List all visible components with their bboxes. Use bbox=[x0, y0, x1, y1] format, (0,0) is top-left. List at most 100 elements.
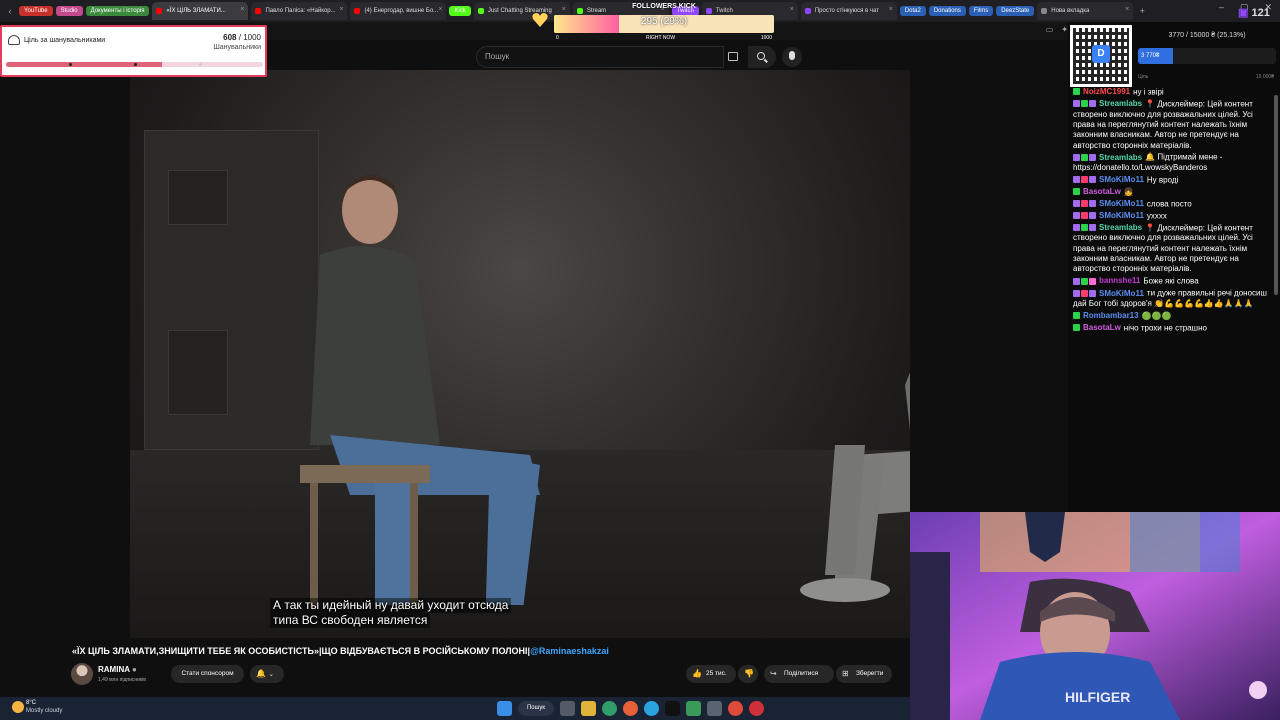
keyboard-icon[interactable] bbox=[728, 52, 738, 61]
svg-text:HILFIGER: HILFIGER bbox=[1065, 689, 1130, 705]
chat-badge-icon bbox=[1073, 153, 1080, 161]
telegram-icon[interactable] bbox=[644, 701, 659, 716]
chat-message: SMoKiMo11 ухххх bbox=[1073, 211, 1276, 222]
bookmark-chip[interactable]: Donations bbox=[928, 6, 966, 16]
share-button[interactable]: ↪ Поділитися bbox=[764, 665, 834, 683]
task-view-icon[interactable] bbox=[560, 701, 575, 716]
heart-icon bbox=[532, 13, 548, 27]
firefox-icon[interactable] bbox=[623, 701, 638, 716]
chat-scrollbar[interactable] bbox=[1274, 95, 1278, 295]
goal-label: Ціль за шанувальниками bbox=[24, 37, 106, 44]
taskbar-search[interactable]: Пошук bbox=[518, 701, 554, 716]
chat-username[interactable]: SMoKiMo11 bbox=[1099, 175, 1144, 184]
video-title: «ЇХ ЦІЛЬ ЗЛАМАТИ,ЗНИЩИТИ ТЕБЕ ЯК ОСОБИСТ… bbox=[72, 646, 609, 656]
browser-tab-label: «ЇХ ЦІЛЬ ЗЛАМАТИ... bbox=[166, 8, 226, 14]
windows-taskbar: 8°C Mostly cloudy Пошук bbox=[0, 697, 910, 720]
browser-tab-label: Нова вкладка bbox=[1051, 8, 1090, 14]
browser-tab-label: Просто стінкуюся в чат bbox=[814, 8, 879, 14]
sponsor-button[interactable]: Стати спонсором bbox=[171, 665, 244, 683]
search-button[interactable] bbox=[748, 46, 776, 68]
chat-badge-icon bbox=[1089, 277, 1096, 285]
channel-avatar[interactable] bbox=[71, 663, 93, 685]
chat-username[interactable]: SMoKiMo11 bbox=[1099, 199, 1144, 208]
bookmark-chip[interactable]: DeezState bbox=[996, 6, 1035, 16]
chrome-icon[interactable] bbox=[728, 701, 743, 716]
chat-badges bbox=[1073, 288, 1097, 298]
minimize-icon[interactable]: – bbox=[1219, 2, 1224, 13]
chat-username[interactable]: Streamlabs bbox=[1099, 153, 1142, 162]
chat-badges bbox=[1073, 99, 1097, 109]
chat-username[interactable]: BasotaLw bbox=[1083, 323, 1121, 332]
verified-icon: ● bbox=[131, 665, 137, 674]
taskbar-apps: Пошук bbox=[497, 701, 764, 716]
dislike-button[interactable]: 👎 bbox=[738, 665, 758, 683]
bookmark-chip[interactable]: Films bbox=[968, 6, 994, 16]
viewer-icon: ▣ bbox=[1238, 7, 1249, 19]
weather-icon[interactable] bbox=[12, 701, 24, 713]
chat-text: 👧 bbox=[1123, 187, 1134, 196]
chat-username[interactable]: bannshe11 bbox=[1099, 276, 1140, 285]
voice-search-button[interactable] bbox=[782, 47, 802, 67]
chat-feed: NoizMC1991 ну і звірі Streamlabs 📍 Дисклейм… bbox=[1073, 87, 1276, 367]
share-icon: ↪ bbox=[770, 669, 777, 678]
chat-username[interactable]: SMoKiMo11 bbox=[1099, 289, 1144, 298]
new-tab-icon[interactable]: + bbox=[1136, 6, 1148, 16]
video-title-tag[interactable]: @Raminaeshakzai bbox=[530, 646, 609, 656]
bookmark-chip[interactable]: YouTube bbox=[19, 6, 53, 16]
file-explorer-icon[interactable] bbox=[581, 701, 596, 716]
obs-icon[interactable] bbox=[749, 701, 764, 716]
chat-username[interactable]: SMoKiMo11 bbox=[1099, 211, 1144, 220]
donation-progress-fill: 3 770₴ bbox=[1138, 48, 1173, 64]
tab-close-icon[interactable]: × bbox=[339, 6, 343, 13]
browser-tab[interactable]: Нова вкладка × bbox=[1037, 2, 1134, 20]
tab-close-icon[interactable]: × bbox=[1125, 6, 1129, 13]
browser-edge-icon[interactable] bbox=[602, 701, 617, 716]
video-person-left bbox=[300, 174, 540, 605]
browser-tab[interactable]: Павло Паліса: «Найкор... × bbox=[251, 2, 348, 20]
chat-badge-icon bbox=[1081, 176, 1088, 184]
chat-username[interactable]: Streamlabs bbox=[1099, 223, 1142, 232]
browser-tab[interactable]: Просто стінкуюся в чат × bbox=[800, 2, 897, 20]
search-input[interactable]: Пошук bbox=[476, 46, 724, 68]
bookmark-chip[interactable]: Studio bbox=[55, 6, 83, 16]
chat-badge-icon bbox=[1081, 277, 1088, 285]
bookmark-chip[interactable]: Dota2 bbox=[899, 6, 926, 16]
tab-close-icon[interactable]: × bbox=[889, 6, 893, 13]
chat-username[interactable]: BasotaLw bbox=[1083, 187, 1121, 196]
channel-subscribers: 1,49 млн підписників bbox=[98, 677, 146, 683]
tab-close-icon[interactable]: × bbox=[240, 6, 244, 13]
extensions-icon[interactable]: ✦ bbox=[1061, 25, 1068, 34]
browser-tab[interactable]: (4) Енергодар, вишне Бо... × bbox=[350, 2, 447, 20]
chat-username[interactable]: NoizMC1991 bbox=[1083, 87, 1130, 96]
video-player[interactable] bbox=[130, 70, 910, 638]
channel-name[interactable]: RAMINA ● bbox=[98, 665, 137, 674]
chat-text: 🟢🟢🟢 bbox=[1141, 310, 1172, 320]
tab-close-icon[interactable]: × bbox=[790, 6, 794, 13]
save-button[interactable]: ⊞ Зберегти bbox=[836, 665, 892, 683]
tiktok-icon[interactable] bbox=[665, 701, 680, 716]
start-menu-icon[interactable] bbox=[497, 701, 512, 716]
kick-chip[interactable]: Kick bbox=[449, 6, 471, 16]
browser-tab[interactable]: «ЇХ ЦІЛЬ ЗЛАМАТИ... × bbox=[152, 2, 249, 20]
like-button[interactable]: 👍 25 тис. bbox=[686, 665, 736, 683]
tab-close-icon[interactable]: × bbox=[438, 6, 442, 13]
goal-sublabel: Шанувальники bbox=[213, 44, 261, 51]
chat-username[interactable]: Rombambar13 bbox=[1083, 311, 1139, 320]
cast-icon[interactable]: ▭ bbox=[1046, 25, 1054, 34]
tab-back-icon[interactable]: ‹ bbox=[4, 6, 16, 16]
webcam-feed: HILFIGER bbox=[910, 512, 1280, 720]
donation-min: Ціль bbox=[1138, 74, 1149, 80]
bookmark-chip[interactable]: Документы і історія bbox=[85, 6, 150, 16]
notification-bell-button[interactable]: 🔔 ⌄ bbox=[250, 665, 284, 683]
steam-icon[interactable] bbox=[686, 701, 701, 716]
address-bar-icons: ▭ ✦ bbox=[1046, 25, 1068, 34]
chat-badges bbox=[1073, 199, 1097, 209]
video-vent-lower bbox=[168, 330, 228, 415]
goal-milestone-marker bbox=[69, 63, 72, 66]
chat-text: ухххх bbox=[1146, 211, 1167, 221]
chat-message: Streamlabs 📍 Дисклеймер: Цей контент ство… bbox=[1073, 99, 1276, 151]
chat-username[interactable]: Streamlabs bbox=[1099, 99, 1142, 108]
settings-icon[interactable] bbox=[707, 701, 722, 716]
donation-max: 15 000₴ bbox=[1255, 74, 1274, 80]
chat-badges bbox=[1073, 152, 1097, 162]
